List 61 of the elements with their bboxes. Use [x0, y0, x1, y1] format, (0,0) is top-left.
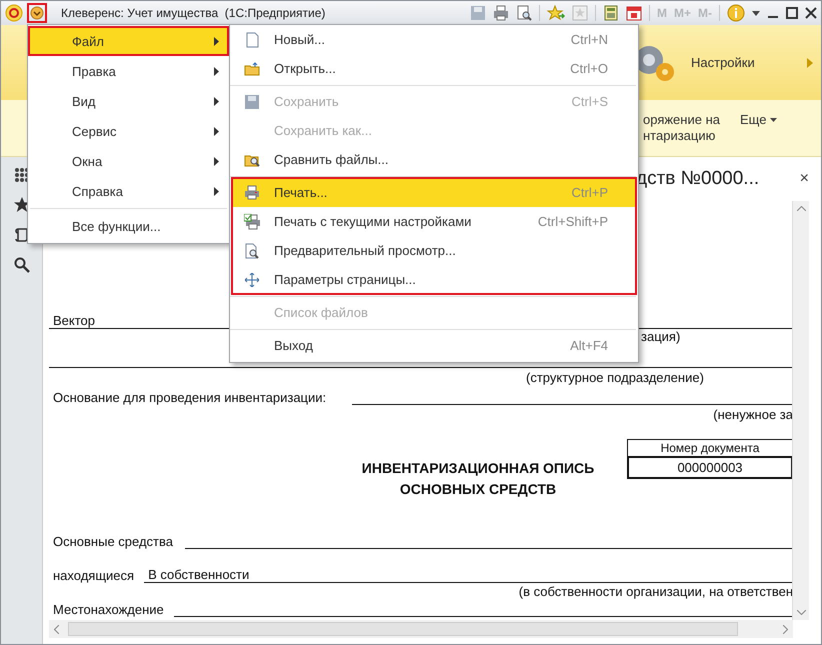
caret-icon	[770, 118, 778, 122]
scroll-up-icon[interactable]	[796, 206, 806, 211]
menu-item[interactable]: Все функции...	[28, 211, 229, 241]
command-button[interactable]: оряжение на нтаризацию	[643, 112, 720, 144]
menu-item[interactable]: Сравнить файлы...	[232, 145, 636, 174]
window-title: Клеверенс: Учет имущества (1С:Предприятие)	[61, 6, 326, 20]
table-header: Номер документа	[627, 439, 793, 457]
field-value: В собственности	[144, 567, 793, 583]
caption-text: (в собственности организации, на ответствен	[518, 584, 793, 599]
menu-item[interactable]: Файл	[28, 26, 229, 56]
printer-icon	[244, 185, 260, 200]
calendar-icon[interactable]	[626, 5, 642, 21]
menu-item[interactable]: Окна	[28, 146, 229, 176]
menu-item[interactable]: Вид	[28, 86, 229, 116]
printer-check-icon	[244, 214, 260, 230]
star-icon[interactable]	[14, 197, 30, 213]
field-value: Вектор	[53, 313, 96, 328]
page-setup-icon	[245, 272, 259, 286]
field-label: Местонахождение	[53, 602, 164, 617]
menu-item[interactable]: Печать... Ctrl+P	[232, 178, 636, 207]
save-icon	[245, 94, 259, 108]
star-add-icon[interactable]	[546, 5, 565, 21]
calculator-icon[interactable]	[602, 5, 619, 21]
maximize-icon[interactable]	[786, 7, 798, 19]
document-icon	[246, 32, 258, 48]
menu-item[interactable]: Правка	[28, 56, 229, 86]
menu-item[interactable]: Сервис	[28, 116, 229, 146]
search-icon[interactable]	[14, 257, 30, 273]
print-icon[interactable]	[492, 5, 509, 21]
main-menu-button[interactable]	[27, 3, 47, 23]
scroll-left-icon[interactable]	[54, 624, 59, 634]
menu-item[interactable]: Открыть... Ctrl+O	[232, 54, 636, 83]
scroll-icon[interactable]	[14, 227, 30, 243]
folder-icon	[244, 62, 260, 76]
close-icon[interactable]	[805, 7, 817, 19]
document-heading: ОСНОВНЫХ СРЕДСТВ	[400, 480, 556, 499]
menu-item[interactable]: Выход Alt+F4	[232, 331, 636, 360]
caption-text: (ненужное за	[713, 407, 793, 422]
menu-item[interactable]: Справка	[28, 176, 229, 206]
caret-icon[interactable]	[752, 10, 760, 16]
menu-item[interactable]: Новый... Ctrl+N	[232, 25, 636, 54]
document-heading: ИНВЕНТАРИЗАЦИОННАЯ ОПИСЬ	[362, 459, 594, 478]
menu-item[interactable]: Предварительный просмотр...	[232, 236, 636, 265]
close-button[interactable]: ×	[800, 170, 809, 188]
menu-item[interactable]: Параметры страницы...	[232, 265, 636, 294]
logo-icon	[5, 4, 23, 22]
scroll-right-icon[interactable]	[783, 624, 788, 634]
caption-text: зация)	[641, 329, 680, 344]
preview-icon[interactable]	[516, 5, 532, 21]
more-button[interactable]: Еще	[740, 112, 778, 128]
field-label: Основание для проведения инвентаризации:	[53, 390, 326, 405]
preview-icon	[245, 242, 259, 258]
menu-item[interactable]: Печать с текущими настройками Ctrl+Shift+P	[232, 207, 636, 236]
scroll-down-icon[interactable]	[796, 610, 806, 615]
horizontal-scrollbar[interactable]	[49, 620, 793, 638]
section-link[interactable]: Настройки	[691, 55, 755, 70]
field-label: находящиеся	[53, 568, 134, 583]
vertical-scrollbar[interactable]	[792, 201, 809, 620]
info-icon[interactable]	[727, 4, 745, 22]
caption-text: (структурное подразделение)	[526, 370, 704, 385]
field-label: Основные средства	[53, 534, 173, 549]
